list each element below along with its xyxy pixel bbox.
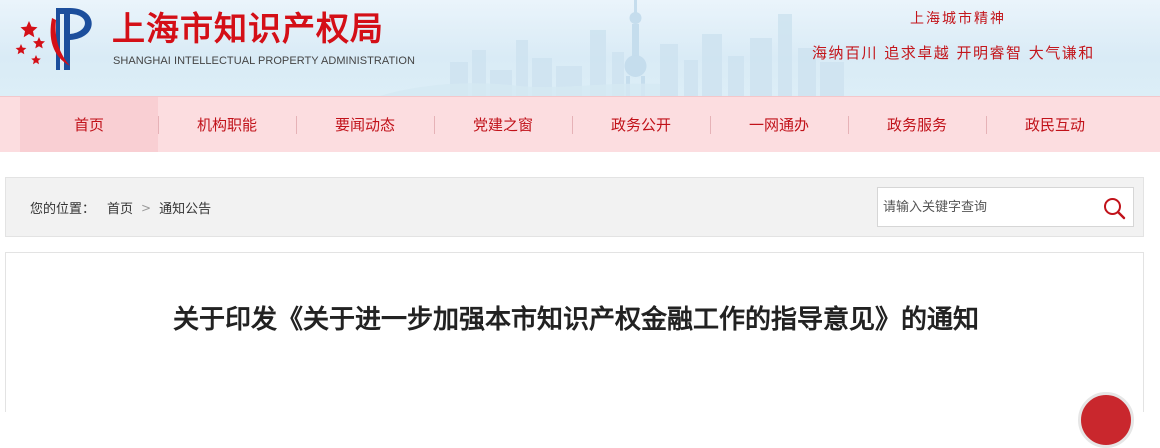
nav-item-government-affairs[interactable]: 政务公开 (572, 97, 710, 152)
nav-item-party-building[interactable]: 党建之窗 (434, 97, 572, 152)
header-banner: 上海市知识产权局 SHANGHAI INTELLECTUAL PROPERTY … (0, 0, 1160, 96)
nav-item-home[interactable]: 首页 (20, 97, 158, 152)
breadcrumb-bar: 您的位置： 首页 > 通知公告 (5, 177, 1144, 237)
breadcrumb-home-link[interactable]: 首页 (107, 198, 133, 217)
nav-item-functions[interactable]: 机构职能 (158, 97, 296, 152)
nav-item-public-services[interactable]: 政务服务 (848, 97, 986, 152)
breadcrumb-notices-link[interactable]: 通知公告 (159, 198, 211, 217)
site-title[interactable]: 上海市知识产权局 (112, 8, 384, 50)
breadcrumb: 您的位置： 首页 > 通知公告 (30, 198, 211, 218)
site-subtitle: SHANGHAI INTELLECTUAL PROPERTY ADMINISTR… (113, 55, 415, 67)
city-spirit-text: 海纳百川 追求卓越 开明睿智 大气谦和 (812, 44, 1095, 62)
article-title: 关于印发《关于进一步加强本市知识产权金融工作的指导意见》的通知 (172, 305, 979, 335)
breadcrumb-label: 您的位置： (30, 202, 96, 217)
main-nav: 首页 机构职能 要闻动态 党建之窗 政务公开 一网通办 政务服务 政民互动 (0, 96, 1160, 152)
city-spirit-title: 上海城市精神 (910, 11, 1006, 27)
breadcrumb-separator: > (141, 200, 152, 215)
floating-service-button[interactable] (1078, 392, 1134, 448)
search-icon[interactable] (1102, 196, 1126, 220)
nav-item-citizen-interaction[interactable]: 政民互动 (986, 97, 1124, 152)
nav-item-one-stop-service[interactable]: 一网通办 (710, 97, 848, 152)
nav-item-news[interactable]: 要闻动态 (296, 97, 434, 152)
article-panel: 关于印发《关于进一步加强本市知识产权金融工作的指导意见》的通知 (5, 252, 1144, 412)
shanghai-ipa-logo (15, 8, 92, 70)
search-box (877, 187, 1134, 227)
search-input[interactable] (878, 188, 1093, 226)
